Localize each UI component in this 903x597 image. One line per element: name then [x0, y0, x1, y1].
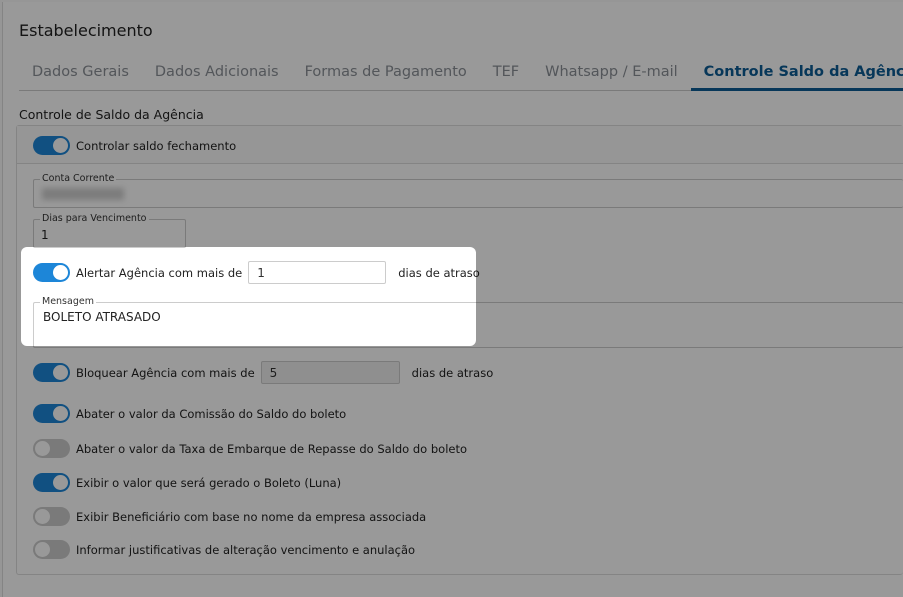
section-title: Controle de Saldo da Agência: [19, 107, 204, 122]
option-label: Abater o valor da Comissão do Saldo do b…: [76, 406, 347, 421]
mensagem-value: BOLETO ATRASADO: [43, 310, 161, 324]
option-toggle[interactable]: [33, 439, 70, 458]
tab-formas-pagamento[interactable]: Formas de Pagamento: [292, 62, 480, 91]
controlar-row: Controlar saldo fechamento: [33, 136, 236, 155]
alertar-days-input[interactable]: 1: [248, 261, 387, 284]
alertar-row: Alertar Agência com mais de 1 dias de at…: [33, 261, 480, 284]
option-row: Informar justificativas de alteração ven…: [33, 540, 415, 559]
bloquear-toggle[interactable]: [33, 363, 70, 382]
dias-vencimento-label: Dias para Vencimento: [40, 213, 149, 224]
dias-vencimento-value: 1: [41, 228, 49, 242]
tab-dados-adicionais[interactable]: Dados Adicionais: [142, 62, 292, 91]
alertar-suffix: dias de atraso: [398, 265, 480, 280]
page-title: Estabelecimento: [19, 21, 153, 40]
option-label: Abater o valor da Taxa de Embarque de Re…: [76, 441, 468, 456]
option-label: Exibir Beneficiário com base no nome da …: [76, 509, 427, 524]
option-row: Abater o valor da Comissão do Saldo do b…: [33, 404, 346, 423]
tab-controle-saldo[interactable]: Controle Saldo da Agência: [690, 62, 903, 91]
tab-tef[interactable]: TEF: [480, 62, 532, 91]
conta-corrente-label: Conta Corrente: [40, 173, 117, 184]
option-row: Abater o valor da Taxa de Embarque de Re…: [33, 439, 467, 458]
alertar-toggle[interactable]: [33, 263, 70, 282]
bloquear-label: Bloquear Agência com mais de: [76, 365, 255, 380]
alertar-label: Alertar Agência com mais de: [76, 265, 243, 280]
option-toggle[interactable]: [33, 507, 70, 526]
bloquear-row: Bloquear Agência com mais de 5 dias de a…: [33, 361, 493, 384]
tab-whatsapp-email[interactable]: Whatsapp / E-mail: [532, 62, 691, 91]
conta-corrente-value-redacted: [42, 188, 124, 200]
option-toggle[interactable]: [33, 473, 70, 492]
option-toggle[interactable]: [33, 540, 70, 559]
conta-corrente-field[interactable]: Conta Corrente: [33, 173, 903, 208]
bloquear-days-input[interactable]: 5: [260, 361, 400, 384]
mensagem-field[interactable]: Mensagem BOLETO ATRASADO: [33, 296, 903, 348]
option-row: Exibir Beneficiário com base no nome da …: [33, 507, 426, 526]
tab-bar: Dados Gerais Dados Adicionais Formas de …: [19, 62, 903, 91]
option-toggle[interactable]: [33, 404, 70, 423]
bloquear-suffix: dias de atraso: [411, 365, 494, 380]
option-row: Exibir o valor que será gerado o Boleto …: [33, 473, 341, 492]
option-label: Exibir o valor que será gerado o Boleto …: [76, 475, 342, 490]
option-label: Informar justificativas de alteração ven…: [76, 542, 416, 557]
dias-vencimento-field[interactable]: Dias para Vencimento 1: [33, 213, 186, 248]
tab-dados-gerais[interactable]: Dados Gerais: [19, 62, 142, 91]
mensagem-label: Mensagem: [40, 296, 96, 307]
controlar-toggle[interactable]: [33, 136, 70, 155]
controlar-label: Controlar saldo fechamento: [76, 138, 237, 153]
